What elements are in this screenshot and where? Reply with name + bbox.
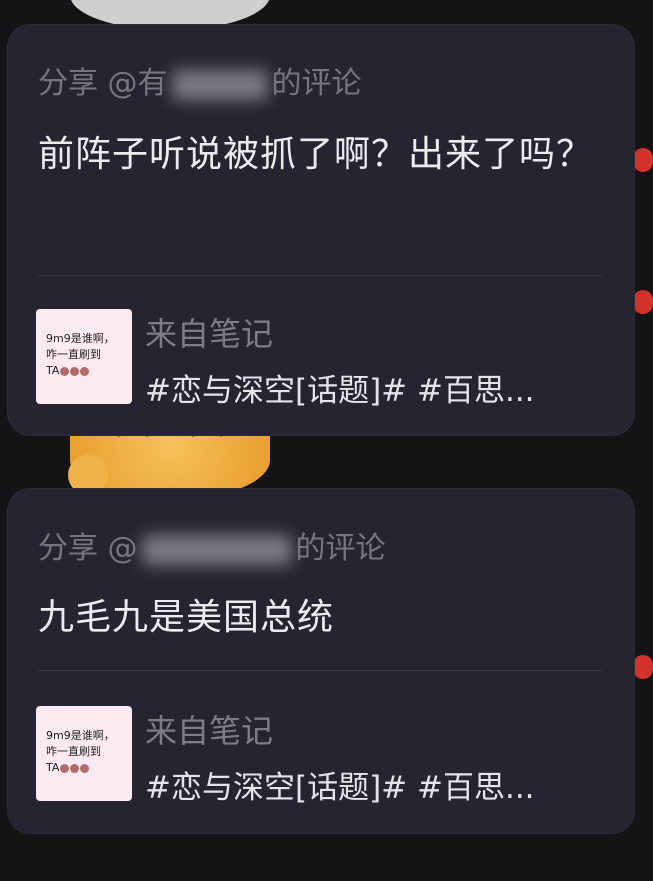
note-thumbnail[interactable]: 9m9是谁啊， 咋一直刷到 TA <box>36 706 132 801</box>
note-tags[interactable]: #恋与深空[话题]# #百思... <box>145 762 535 807</box>
share-suffix: 的评论 <box>295 531 386 566</box>
bear-emoji-icon <box>80 366 90 376</box>
divider <box>38 275 602 276</box>
bear-emoji-icon <box>60 366 70 376</box>
comment-text: 前阵子听说被抓了啊？出来了吗？ <box>38 134 594 175</box>
share-suffix: 的评论 <box>271 66 362 101</box>
thumbnail-line: 咋一直刷到 <box>46 745 101 758</box>
thumbnail-text: 9m9是谁啊， 咋一直刷到 TA <box>46 728 128 776</box>
thumbnail-line: 9m9是谁啊， <box>46 332 115 345</box>
thumbnail-text: 9m9是谁啊， 咋一直刷到 TA <box>46 331 128 379</box>
share-prefix: 分享 @ <box>38 66 138 101</box>
thumbnail-line-text: TA <box>46 364 60 377</box>
comment-text: 九毛九是美国总统 <box>38 597 335 638</box>
shared-comment-card[interactable]: 分享 @ 的评论 九毛九是美国总统 9m9是谁啊， 咋一直刷到 TA 来自笔记 #… <box>8 489 634 833</box>
bear-emoji-icon <box>70 366 80 376</box>
share-username: 有 <box>137 66 168 101</box>
thumbnail-line-text: TA <box>46 761 60 774</box>
thumbnail-line: TA <box>46 760 128 776</box>
bear-emoji-icon <box>80 763 90 773</box>
shared-comment-card[interactable]: 分享 @有 的评论 前阵子听说被抓了啊？出来了吗？ 9m9是谁啊， 咋一直刷到 T… <box>8 25 634 435</box>
blurred-username <box>171 69 268 100</box>
background-heart-icon <box>633 148 653 172</box>
background-heart-icon <box>633 655 653 679</box>
note-thumbnail[interactable]: 9m9是谁啊， 咋一直刷到 TA <box>36 309 132 404</box>
share-header: 分享 @ 的评论 <box>38 523 386 567</box>
thumbnail-line: TA <box>46 363 128 379</box>
background-heart-icon <box>633 290 653 314</box>
note-tags[interactable]: #恋与深空[话题]# #百思... <box>145 365 535 410</box>
bear-emoji-icon <box>60 763 70 773</box>
share-header: 分享 @有 的评论 <box>38 58 362 102</box>
bear-emoji-icon <box>70 763 80 773</box>
divider <box>38 670 602 671</box>
thumbnail-line: 咋一直刷到 <box>46 348 101 361</box>
share-prefix: 分享 @ <box>38 531 138 566</box>
thumbnail-line: 9m9是谁啊， <box>46 729 115 742</box>
note-source-label: 来自笔记 <box>145 712 274 750</box>
blurred-username <box>141 534 292 565</box>
note-source-label: 来自笔记 <box>145 315 274 353</box>
